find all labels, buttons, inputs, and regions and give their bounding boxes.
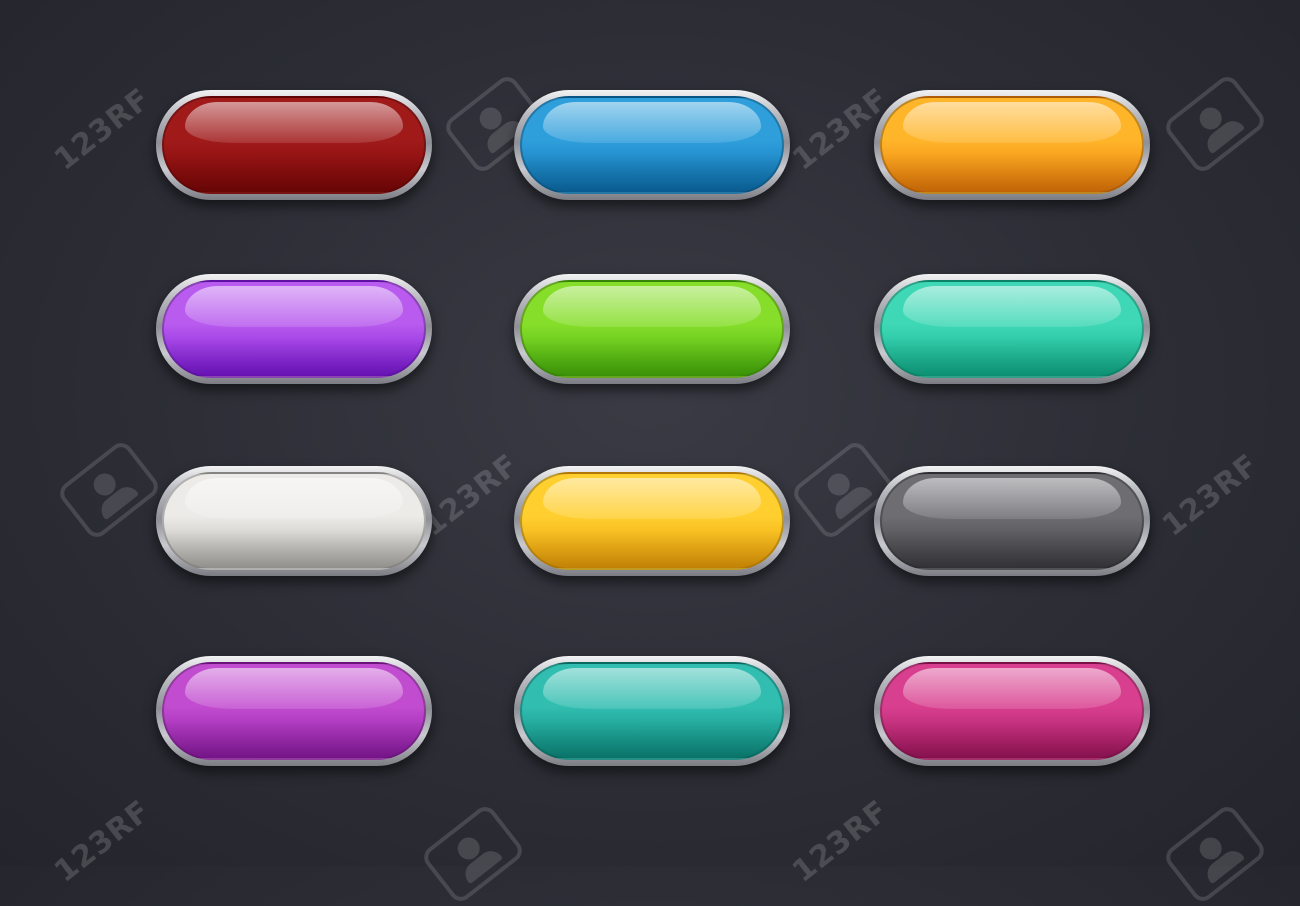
- watermark-text: 123RF: [786, 793, 896, 890]
- button-bottom-shade: [882, 530, 1142, 568]
- button-gloss-highlight: [542, 286, 762, 328]
- button-gloss-highlight: [542, 668, 762, 710]
- glossy-button-6[interactable]: [874, 274, 1150, 384]
- button-bottom-shade: [522, 338, 782, 376]
- button-gloss-highlight: [902, 478, 1122, 520]
- glossy-button-4[interactable]: [156, 274, 432, 384]
- button-face: [520, 280, 784, 378]
- button-face: [162, 96, 426, 194]
- glossy-button-1[interactable]: [156, 90, 432, 200]
- button-bottom-shade: [522, 530, 782, 568]
- watermark-text: 123RF: [48, 81, 158, 178]
- button-face: [880, 472, 1144, 570]
- button-gloss-highlight: [902, 668, 1122, 710]
- button-face: [880, 662, 1144, 760]
- button-bottom-shade: [522, 720, 782, 758]
- button-bottom-shade: [882, 720, 1142, 758]
- watermark-camera-icon: [55, 438, 163, 542]
- glossy-button-9[interactable]: [874, 466, 1150, 576]
- button-bottom-shade: [882, 338, 1142, 376]
- glossy-button-12[interactable]: [874, 656, 1150, 766]
- button-gloss-highlight: [542, 102, 762, 144]
- button-bottom-shade: [164, 154, 424, 192]
- watermark-camera-icon: [1161, 72, 1269, 176]
- button-face: [880, 280, 1144, 378]
- glossy-button-7[interactable]: [156, 466, 432, 576]
- watermark-camera-icon: [1161, 802, 1269, 906]
- button-face: [162, 662, 426, 760]
- glossy-button-11[interactable]: [514, 656, 790, 766]
- glossy-button-10[interactable]: [156, 656, 432, 766]
- button-bottom-shade: [882, 154, 1142, 192]
- glossy-button-2[interactable]: [514, 90, 790, 200]
- button-bottom-shade: [522, 154, 782, 192]
- button-face: [520, 472, 784, 570]
- glossy-button-5[interactable]: [514, 274, 790, 384]
- button-face: [520, 96, 784, 194]
- button-set-canvas: 123RF 123RF 123RF 123RF 123RF 123RF: [0, 0, 1300, 906]
- button-gloss-highlight: [184, 478, 404, 520]
- button-gloss-highlight: [184, 668, 404, 710]
- button-face: [520, 662, 784, 760]
- button-gloss-highlight: [184, 286, 404, 328]
- button-gloss-highlight: [542, 478, 762, 520]
- button-bottom-shade: [164, 720, 424, 758]
- button-bottom-shade: [164, 338, 424, 376]
- button-face: [162, 472, 426, 570]
- glossy-button-8[interactable]: [514, 466, 790, 576]
- button-gloss-highlight: [902, 102, 1122, 144]
- button-bottom-shade: [164, 530, 424, 568]
- watermark-text: 123RF: [416, 447, 526, 544]
- glossy-button-3[interactable]: [874, 90, 1150, 200]
- watermark-camera-icon: [419, 802, 527, 906]
- watermark-text: 123RF: [1156, 447, 1266, 544]
- button-face: [880, 96, 1144, 194]
- button-gloss-highlight: [184, 102, 404, 144]
- watermark-text: 123RF: [48, 793, 158, 890]
- button-gloss-highlight: [902, 286, 1122, 328]
- button-face: [162, 280, 426, 378]
